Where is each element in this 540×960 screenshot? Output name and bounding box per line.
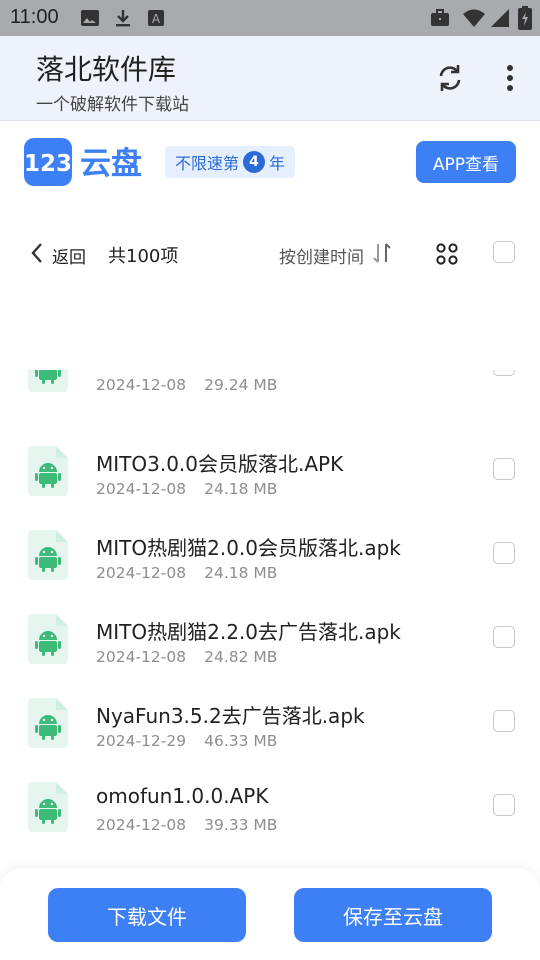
file-checkbox[interactable]	[493, 458, 515, 480]
grid-view-icon[interactable]	[436, 243, 458, 265]
wifi-icon	[462, 8, 486, 28]
briefcase-icon	[429, 8, 451, 28]
file-size: 24.82 MB	[204, 648, 278, 666]
sort-icon	[372, 242, 392, 269]
app-subtitle: 一个破解软件下载站	[36, 95, 189, 115]
list-item[interactable]: MITO3.0.0会员版落北.APK 2024-12-08 24.18 MB	[0, 446, 540, 530]
android-file-icon	[28, 614, 68, 664]
app-title: 落北软件库	[36, 53, 177, 86]
battery-icon	[518, 6, 532, 30]
android-file-icon	[28, 782, 68, 832]
badge-number: 4	[243, 151, 266, 173]
file-name: MITO热剧猫2.0.0会员版落北.apk	[96, 536, 401, 560]
more-vertical-icon[interactable]	[500, 62, 520, 94]
list-toolbar: 返回 共100项 按创建时间	[0, 230, 540, 276]
image-icon	[80, 8, 100, 28]
list-item[interactable]: omofun1.0.0.APK 2024-12-08 39.33 MB	[0, 782, 540, 866]
file-name: MITO热剧猫2.2.0去广告落北.apk	[96, 620, 401, 644]
status-time: 11:00	[10, 6, 59, 28]
file-meta: 2024-12-29 46.33 MB	[96, 732, 277, 750]
list-item[interactable]: NyaFun3.5.2去广告落北.apk 2024-12-29 46.33 MB	[0, 698, 540, 782]
refresh-icon[interactable]	[434, 62, 466, 94]
select-all-checkbox[interactable]	[493, 241, 515, 263]
file-size: 24.18 MB	[204, 480, 278, 498]
file-date: 2024-12-08	[96, 480, 187, 498]
file-meta: 2024-12-08 24.82 MB	[96, 648, 277, 666]
file-date: 2024-12-08	[96, 564, 187, 582]
android-file-icon	[28, 530, 68, 580]
file-checkbox[interactable]	[493, 710, 515, 732]
cloud-logo: 123 云盘	[24, 138, 159, 186]
sort-button[interactable]: 按创建时间	[279, 242, 392, 269]
file-meta: 2024-12-08 29.24 MB	[96, 376, 277, 394]
logo-number: 123	[24, 151, 72, 177]
file-date: 2024-12-29	[96, 732, 187, 750]
android-file-icon	[28, 698, 68, 748]
file-name: MITO3.0.0会员版落北.APK	[96, 452, 344, 476]
badge-prefix: 不限速第	[175, 154, 240, 173]
file-list: 2024-12-08 29.24 MB MITO3.0.0会员版落北.APK 20…	[0, 370, 540, 870]
file-checkbox[interactable]	[493, 542, 515, 564]
speed-badge: 不限速第 4 年	[165, 146, 296, 178]
file-checkbox[interactable]	[493, 626, 515, 648]
file-date: 2024-12-08	[96, 376, 187, 394]
signal-icon	[490, 8, 510, 28]
download-file-button[interactable]: 下载文件	[48, 888, 246, 942]
file-size: 24.18 MB	[204, 564, 278, 582]
file-meta: 2024-12-08 24.18 MB	[96, 480, 277, 498]
download-icon	[113, 8, 133, 28]
android-file-icon	[28, 446, 68, 496]
item-count: 共100项	[108, 246, 179, 267]
back-label: 返回	[52, 248, 86, 268]
file-size: 39.33 MB	[204, 816, 278, 834]
file-date: 2024-12-08	[96, 648, 187, 666]
file-meta: 2024-12-08 24.18 MB	[96, 564, 277, 582]
list-item[interactable]: 2024-12-08 29.24 MB	[0, 370, 540, 426]
file-checkbox[interactable]	[493, 794, 515, 816]
app-view-button[interactable]: APP查看	[416, 141, 516, 183]
badge-suffix: 年	[269, 154, 286, 173]
file-date: 2024-12-08	[96, 816, 187, 834]
svg-text:A: A	[152, 12, 161, 26]
a-box-icon: A	[146, 8, 166, 28]
logo-text: 云盘	[80, 146, 142, 182]
save-to-cloud-button[interactable]: 保存至云盘	[294, 888, 492, 942]
file-size: 46.33 MB	[204, 732, 278, 750]
sort-label: 按创建时间	[279, 248, 364, 268]
bottom-action-bar: 下载文件 保存至云盘	[0, 868, 540, 960]
chevron-left-icon	[30, 242, 44, 269]
file-checkbox[interactable]	[493, 370, 515, 376]
status-bar: 11:00 A	[0, 0, 540, 36]
file-size: 29.24 MB	[204, 376, 278, 394]
back-button[interactable]: 返回	[30, 242, 86, 269]
file-name: NyaFun3.5.2去广告落北.apk	[96, 704, 365, 728]
list-item[interactable]: MITO热剧猫2.2.0去广告落北.apk 2024-12-08 24.82 MB	[0, 614, 540, 698]
android-file-icon	[28, 370, 68, 392]
list-item[interactable]: MITO热剧猫2.0.0会员版落北.apk 2024-12-08 24.18 MB	[0, 530, 540, 614]
app-bar: 落北软件库 一个破解软件下载站	[0, 36, 540, 121]
file-meta: 2024-12-08 39.33 MB	[96, 816, 277, 834]
file-name: omofun1.0.0.APK	[96, 784, 269, 808]
